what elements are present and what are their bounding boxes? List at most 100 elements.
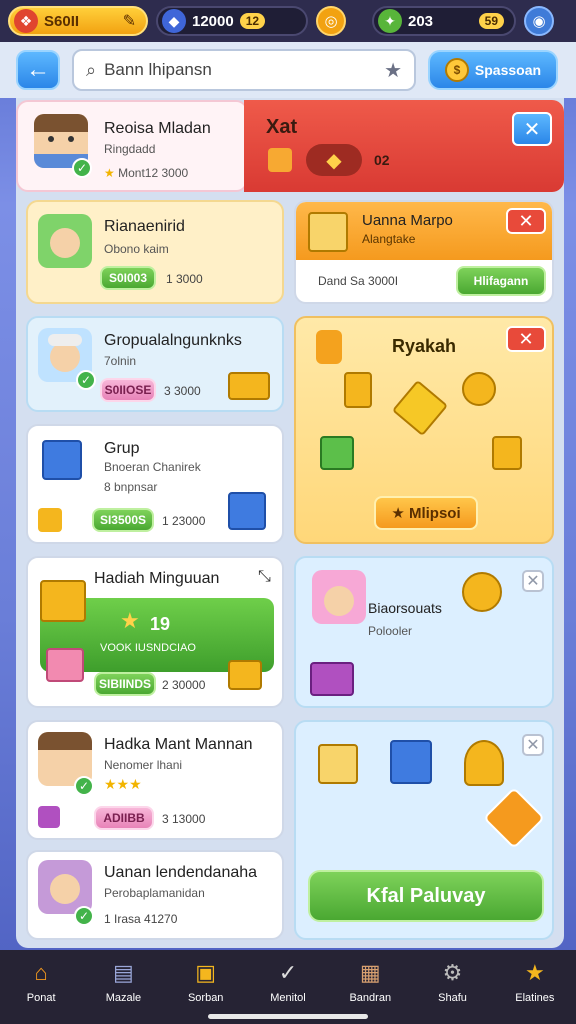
card-value: 1 23000 xyxy=(162,514,206,528)
pink-gift-icon xyxy=(46,648,84,682)
energy-badge: 59 xyxy=(478,13,504,29)
nav-label: Bandran xyxy=(349,992,392,1004)
gold-chest-icon xyxy=(228,372,270,400)
nav-item-home[interactable]: ⌂ Ponat xyxy=(9,958,73,1004)
close-button[interactable]: ✕ xyxy=(522,570,544,592)
globe-icon[interactable]: ◉ xyxy=(524,6,554,36)
back-button[interactable]: ← xyxy=(16,50,60,90)
bottom-nav: ⌂ Ponat ▤ Mazale ▣ Sorban ✓ Menitol ▦ Ba… xyxy=(0,950,576,1024)
card-chip[interactable]: SI3500S xyxy=(92,508,154,532)
card-subtitle: 7olnin xyxy=(104,354,137,368)
close-button[interactable]: ✕ xyxy=(522,734,544,756)
next-arrow-icon[interactable] xyxy=(482,786,546,850)
card-chip[interactable]: S0I003 xyxy=(100,266,156,290)
blue-cube-icon xyxy=(42,440,82,480)
shop-card[interactable]: ✕ Kfal Paluvay xyxy=(294,720,554,940)
profile-name: Reoisa Mladan xyxy=(104,120,211,137)
scroll-icon xyxy=(308,212,348,252)
nav-item-chest[interactable]: ▣ Sorban xyxy=(174,958,238,1004)
gear-icon: ⚙ xyxy=(442,960,463,985)
close-icon: ✕ xyxy=(526,737,540,754)
weekly-reward-card[interactable]: Hadiah Minguuan ⤡ 19 VOOK IUSNDCIAO ★ SI… xyxy=(26,556,284,708)
card-title: Hadka Mant Mannan xyxy=(104,736,253,753)
search-input[interactable]: ⌕ Bann lhipansn ★ xyxy=(72,49,416,91)
verified-check-icon: ✓ xyxy=(72,158,92,178)
nav-label: Mazale xyxy=(105,992,142,1004)
close-icon: ✕ xyxy=(518,328,534,349)
list-item[interactable]: ✓ Hadka Mant Mannan Nenomer lhani ★★★ AD… xyxy=(26,720,284,840)
offer-card[interactable]: Uanna Marpo Alangtake ✕ Dand Sa 3000I Hl… xyxy=(294,200,554,304)
cta-button[interactable]: Kfal Paluvay xyxy=(308,870,544,922)
card-chip[interactable]: SIBIINDS xyxy=(94,672,156,696)
coins-value: S60II xyxy=(44,12,80,30)
coins-counter[interactable]: ❖ S60II ✎ xyxy=(8,6,148,36)
list-item[interactable]: Grup Bnoeran Chanirek 8 bnpnsar SI3500S … xyxy=(26,424,284,544)
energy-counter[interactable]: ✦ 203 59 xyxy=(372,6,516,36)
cta-label: Kfal Paluvay xyxy=(366,884,486,907)
list-item[interactable]: Rianaenirid Obono kaim S0I003 1 3000 xyxy=(26,200,284,304)
close-icon: ✕ xyxy=(518,210,534,231)
profile-stat: ★ Mont12 3000 xyxy=(104,166,188,180)
bundle-action-label: ★ Mlipsoi xyxy=(391,505,461,522)
avatar xyxy=(38,214,92,268)
top-resource-bar: ❖ S60II ✎ ◆ 12000 12 ◎ ✦ 203 59 ◉ xyxy=(0,0,576,42)
close-button[interactable]: ✕ xyxy=(506,208,546,234)
list-item[interactable]: ✓ Uanan lendendanaha Perobaplamanidan 1 … xyxy=(26,850,284,940)
gift-box-icon xyxy=(318,744,358,784)
gold-box-icon xyxy=(38,508,62,532)
profile-card[interactable]: ✓ Reoisa Mladan Ringdadd ★ Mont12 3000 xyxy=(16,100,248,192)
close-button[interactable]: ✕ xyxy=(512,112,552,146)
chest-icon: ▣ xyxy=(195,960,217,985)
card-value: 3 3000 xyxy=(164,384,201,398)
nav-label: Ponat xyxy=(26,992,56,1004)
bird-icon: ❖ xyxy=(14,9,38,33)
close-button[interactable]: ✕ xyxy=(506,326,546,352)
bundle-action-button[interactable]: ★ Mlipsoi xyxy=(374,496,478,530)
star-icon[interactable]: ★ xyxy=(384,58,402,83)
scan-button[interactable]: $ Spassoan xyxy=(428,50,558,90)
card-title: Gropualalngunknks xyxy=(104,332,242,349)
banner-title: Xat xyxy=(266,116,298,138)
card-subtitle: Polooler xyxy=(368,624,413,638)
profile-subtitle: Ringdadd xyxy=(104,142,156,156)
nav-item-settings[interactable]: ⚙ Shafu xyxy=(421,958,485,1004)
nav-item-check[interactable]: ✓ Menitol xyxy=(256,958,320,1004)
home-icon: ⌂ xyxy=(34,960,48,985)
cards-icon: ▤ xyxy=(113,960,134,985)
item-card[interactable]: Biaorsouats Polooler ✕ xyxy=(294,556,554,708)
expand-icon[interactable]: ⤡ xyxy=(258,568,271,586)
search-query: Bann lhipansn xyxy=(104,60,212,79)
computer-icon xyxy=(390,740,432,784)
potion-icon xyxy=(316,330,342,364)
shop-coin-icon[interactable]: ◎ xyxy=(316,6,346,36)
leaf-icon: ✦ xyxy=(378,9,402,33)
card-chip[interactable]: S0IIOSE xyxy=(100,378,156,402)
card-title: Uanna Marpo xyxy=(362,212,453,229)
book-icon xyxy=(344,372,372,408)
nav-label: Sorban xyxy=(187,992,224,1004)
card-subtitle: Obono kaim xyxy=(104,242,169,256)
nav-item-favorites[interactable]: ★ Elatines xyxy=(503,958,567,1004)
coin-icon xyxy=(462,572,502,612)
nav-item-cards[interactable]: ▤ Mazale xyxy=(91,958,155,1004)
card-chip[interactable]: ADIIBB xyxy=(94,806,154,830)
scan-label: Spassoan xyxy=(474,62,542,78)
green-card-icon xyxy=(320,436,354,470)
ticket-icon xyxy=(268,148,292,172)
nav-label: Shafu xyxy=(438,992,467,1004)
list-item[interactable]: ✓ Gropualalngunknks 7olnin S0IIOSE 3 300… xyxy=(26,316,284,412)
edit-icon: ✎ xyxy=(122,13,136,30)
home-indicator[interactable] xyxy=(208,1014,368,1019)
star-icon: ★ xyxy=(120,608,140,633)
check-icon: ✓ xyxy=(278,960,298,985)
offer-action-button[interactable]: Hlifagann xyxy=(456,266,546,296)
gems-counter[interactable]: ◆ 12000 12 xyxy=(156,6,308,36)
gold-gem-icon: ◆ xyxy=(306,144,362,176)
bundle-card[interactable]: Ryakah ✕ ★ Mlipsoi xyxy=(294,316,554,544)
card-subtitle-2: 8 bnpnsar xyxy=(104,480,158,494)
card-title: Hadiah Minguuan xyxy=(94,570,220,587)
energy-value: 203 xyxy=(408,12,434,30)
card-title: Grup xyxy=(104,440,140,457)
verified-check-icon: ✓ xyxy=(74,776,94,796)
nav-item-box[interactable]: ▦ Bandran xyxy=(338,958,402,1004)
